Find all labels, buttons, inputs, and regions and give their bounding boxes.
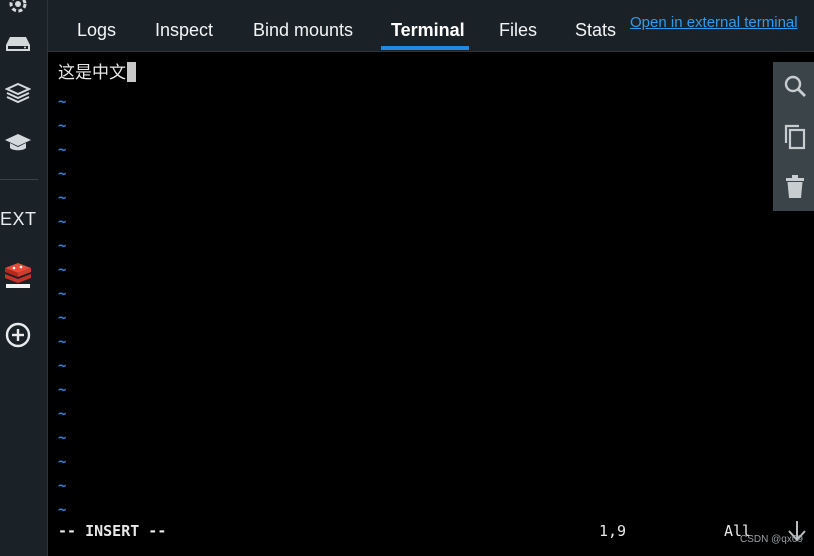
empty-line-tilde: ~ [58, 382, 67, 398]
empty-line-tilde: ~ [58, 262, 67, 278]
empty-line-tilde: ~ [58, 142, 67, 158]
empty-line-tilde: ~ [58, 166, 67, 182]
settings-icon[interactable] [0, 0, 36, 22]
extensions-label[interactable]: EXT [0, 209, 36, 230]
empty-line-tilde: ~ [58, 406, 67, 422]
empty-line-tilde: ~ [58, 358, 67, 374]
tab-inspect[interactable]: Inspect [155, 20, 213, 51]
scroll-to-bottom-icon[interactable] [785, 518, 809, 544]
empty-line-tilde: ~ [58, 430, 67, 446]
terminal-view[interactable]: 这是中文 ~ ~ ~ ~ ~ ~ ~ ~ ~ ~ ~ ~ ~ ~ ~ ~ ~ ~ -- INSERT -- 1,9… [48, 52, 814, 556]
copy-icon[interactable] [781, 123, 809, 151]
empty-line-tilde: ~ [58, 118, 67, 134]
vim-mode-indicator: -- INSERT -- [58, 522, 167, 540]
empty-line-tilde: ~ [58, 502, 67, 518]
redis-enterprise-icon[interactable] [0, 256, 36, 292]
tab-bind-mounts[interactable]: Bind mounts [253, 20, 353, 51]
drive-icon[interactable] [0, 26, 36, 62]
empty-line-tilde: ~ [58, 454, 67, 470]
empty-line-markers: ~ ~ ~ ~ ~ ~ ~ ~ ~ ~ ~ ~ ~ ~ ~ ~ ~ ~ [58, 90, 78, 522]
empty-line-tilde: ~ [58, 94, 67, 110]
tab-logs[interactable]: Logs [77, 20, 116, 51]
search-icon[interactable] [781, 72, 809, 100]
empty-line-tilde: ~ [58, 478, 67, 494]
text-cursor [127, 62, 136, 82]
open-external-terminal-link[interactable]: Open in external terminal [630, 14, 798, 31]
empty-line-tilde: ~ [58, 214, 67, 230]
terminal-line-text: 这是中文 [58, 63, 126, 83]
tab-stats[interactable]: Stats [575, 20, 616, 51]
tab-files[interactable]: Files [499, 20, 537, 51]
sidebar-divider [0, 179, 38, 180]
terminal-line-1: 这是中文 [58, 62, 136, 84]
left-sidebar: EXT [0, 0, 48, 556]
empty-line-tilde: ~ [58, 238, 67, 254]
container-tab-bar: Logs Inspect Bind mounts Terminal Files … [48, 0, 814, 52]
app-window: EXT Logs Inspect Bind mounts Terminal Fi… [0, 0, 814, 556]
cursor-position: 1,9 [599, 522, 627, 540]
learning-center-icon[interactable] [0, 125, 36, 161]
empty-line-tilde: ~ [58, 286, 67, 302]
empty-line-tilde: ~ [58, 190, 67, 206]
empty-line-tilde: ~ [58, 310, 67, 326]
volumes-icon[interactable] [0, 75, 36, 111]
active-tab-indicator [381, 46, 469, 50]
empty-line-tilde: ~ [58, 334, 67, 350]
trash-icon[interactable] [781, 173, 809, 201]
add-extension-icon[interactable] [0, 317, 36, 353]
terminal-toolbar [773, 62, 814, 211]
